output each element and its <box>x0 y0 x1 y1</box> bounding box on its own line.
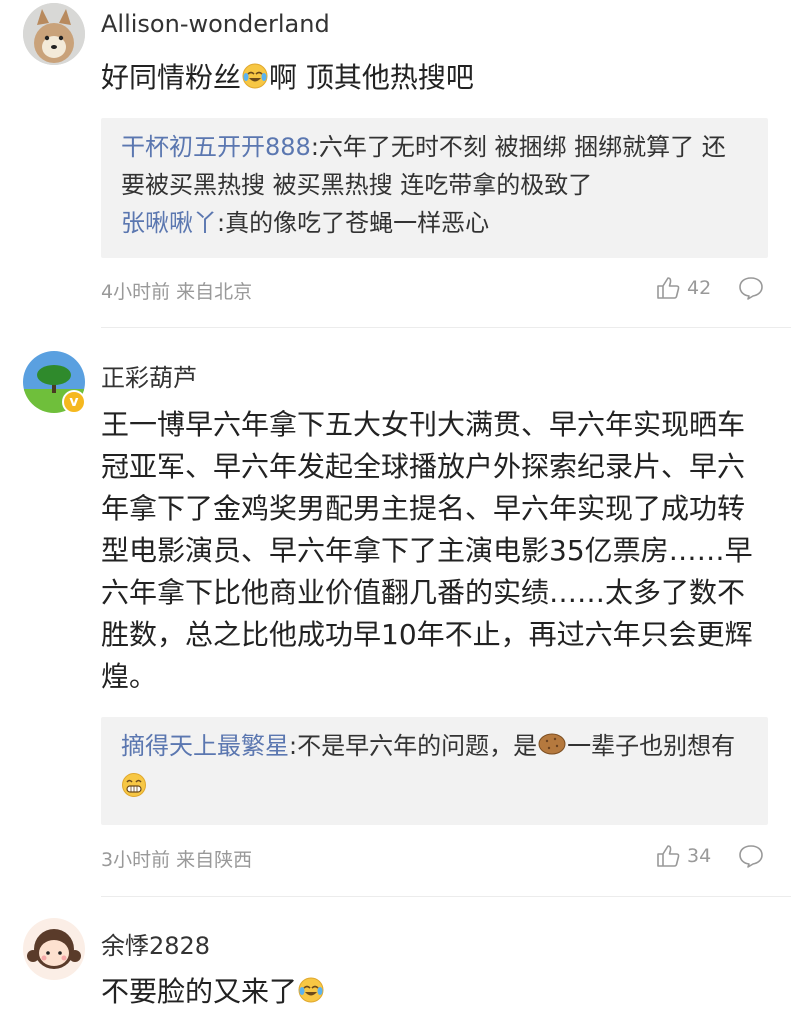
comment-button[interactable] <box>738 844 764 872</box>
reply-text: :不是早六年的问题，是 <box>289 732 538 760</box>
reply-text: 一辈子也别想有 <box>567 732 736 760</box>
verified-badge: v <box>62 390 86 414</box>
avatar[interactable] <box>23 3 85 65</box>
avatar[interactable] <box>23 918 85 980</box>
chat-bubble-icon <box>739 845 763 868</box>
reply-item: 张啾啾丫:真的像吃了苍蝇一样恶心 <box>121 204 748 242</box>
thumbs-up-icon <box>657 845 680 867</box>
comment-text-part: 好同情粉丝 <box>101 61 242 94</box>
username[interactable]: 正彩葫芦 <box>101 358 197 393</box>
dog-avatar-icon <box>23 3 85 65</box>
comment-text-part: 不要脸的又来了 <box>101 975 298 1008</box>
like-button[interactable]: 42 <box>655 275 711 301</box>
reply-username[interactable]: 干杯初五开开888 <box>121 133 311 161</box>
comment-text-part: 啊 顶其他热搜吧 <box>269 61 474 94</box>
chat-bubble-icon <box>739 277 763 300</box>
reply-username[interactable]: 张啾啾丫 <box>121 209 217 237</box>
reply-text: :真的像吃了苍蝇一样恶心 <box>217 209 490 237</box>
comment-item: Allison-wonderland 好同情粉丝啊 顶其他热搜吧 干杯初五开开8… <box>0 0 791 330</box>
potato-emoji-icon <box>537 730 567 768</box>
like-count: 34 <box>687 845 712 867</box>
comment-button[interactable] <box>738 276 764 304</box>
comment-text: 王一博早六年拿下五大女刊大满贯、早六年实现晒车冠亚军、早六年发起全球播放户外探索… <box>101 408 753 693</box>
laughing-crying-emoji-icon <box>241 60 269 102</box>
username[interactable]: 余悸2828 <box>101 926 210 961</box>
laughing-crying-emoji-icon <box>297 974 325 1016</box>
username[interactable]: Allison-wonderland <box>101 10 330 38</box>
like-button[interactable]: 34 <box>655 843 711 869</box>
reply-username[interactable]: 摘得天上最繁星 <box>121 732 289 760</box>
reply-item: 摘得天上最繁星:不是早六年的问题，是 一辈子也别想有 <box>121 727 748 809</box>
like-count: 42 <box>687 277 712 299</box>
cartoon-girl-avatar-icon <box>23 918 85 980</box>
reply-box[interactable]: 摘得天上最繁星:不是早六年的问题，是 一辈子也别想有 <box>101 717 768 825</box>
divider <box>101 896 791 897</box>
comment-text: 不要脸的又来了 <box>101 971 766 1016</box>
comment-meta: 3小时前 来自陕西 <box>101 849 253 871</box>
thumbs-up-icon <box>657 277 680 299</box>
grinning-emoji-icon <box>121 771 147 809</box>
reply-box[interactable]: 干杯初五开开888:六年了无时不刻 被捆绑 捆绑就算了 还要被买黑热搜 被买黑热… <box>101 118 768 258</box>
divider <box>101 327 791 328</box>
reply-item: 干杯初五开开888:六年了无时不刻 被捆绑 捆绑就算了 还要被买黑热搜 被买黑热… <box>121 128 748 204</box>
comment-text: 好同情粉丝啊 顶其他热搜吧 <box>101 57 766 102</box>
comment-meta: 4小时前 来自北京 <box>101 281 253 303</box>
